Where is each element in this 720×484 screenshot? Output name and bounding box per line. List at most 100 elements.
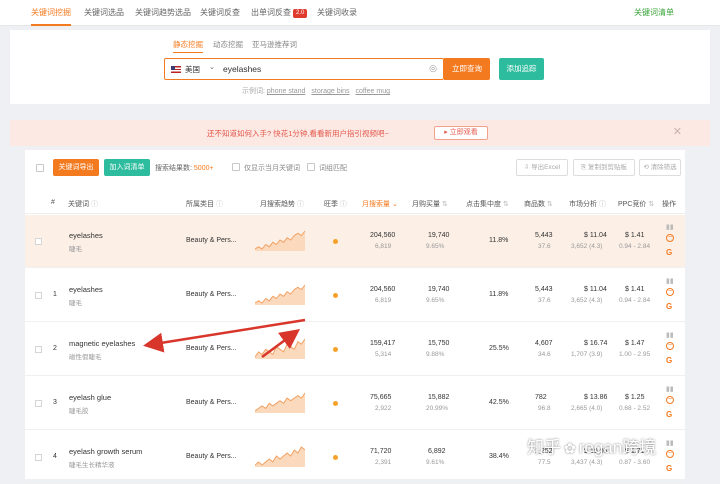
example-keyword[interactable]: coffee mug: [356, 88, 391, 95]
avg-price: $ 13.86: [584, 394, 608, 401]
review-rating: 2,665 (4.0): [571, 405, 603, 412]
remove-icon[interactable]: −: [666, 234, 674, 242]
table-row[interactable]: 1 eyelashes 睫毛 Beauty & Pers... 204,560 6,819…: [25, 269, 685, 322]
keyword-text[interactable]: eyelash growth serum: [69, 447, 142, 456]
keyword-text[interactable]: eyelash glue: [69, 393, 111, 402]
row-checkbox[interactable]: [35, 454, 42, 461]
trend-sparkline[interactable]: [255, 227, 305, 251]
col-trend-label: 月搜索趋势: [260, 201, 295, 208]
remove-icon[interactable]: −: [666, 342, 674, 350]
table-header: # 关键词 ⓘ 所属类目 ⓘ 月搜索趋势 ⓘ 旺季 ⓘ 月搜索量 ⌄ 月购买量 …: [25, 192, 685, 214]
trend-sparkline[interactable]: [255, 335, 305, 359]
avg-price: $ 16.74: [584, 340, 608, 347]
banner-text: 还不知道如何入手? 快花1分钟,看看新用户指引视频吧~: [207, 129, 389, 138]
trend-sparkline[interactable]: [255, 443, 305, 467]
remove-icon[interactable]: −: [666, 396, 674, 404]
table-row[interactable]: eyelashes 睫毛 Beauty & Pers... 204,560 6,819 1…: [25, 215, 685, 268]
bar-chart-icon[interactable]: ▮▮: [666, 439, 674, 447]
trend-area: [255, 447, 305, 467]
tab-keyword-mining[interactable]: 关键词挖掘: [31, 0, 71, 26]
col-product-count[interactable]: 商品数 ⇅: [524, 199, 553, 209]
add-track-button[interactable]: 添加追踪: [499, 58, 544, 80]
country-select[interactable]: 美国: [185, 64, 200, 75]
current-month-checkbox[interactable]: [232, 163, 240, 171]
col-trend[interactable]: 月搜索趋势 ⓘ: [260, 199, 304, 209]
tab-keyword-reverse[interactable]: 关键词反查: [200, 0, 240, 26]
copy-clipboard-button[interactable]: ⎘ 复制到剪贴板: [573, 159, 635, 176]
keyword-translation: 睫毛: [69, 300, 82, 307]
mode-dynamic[interactable]: 动态挖掘: [213, 39, 243, 50]
review-rating: 3,652 (4.3): [571, 243, 603, 250]
export-keywords-button[interactable]: 关键词导出: [53, 159, 99, 176]
watch-now-button[interactable]: ▸ 立即观看: [434, 126, 488, 140]
google-icon[interactable]: G: [666, 302, 672, 311]
peak-season-dot: [333, 455, 338, 460]
col-product-count-label: 商品数: [524, 201, 545, 208]
keyword-input[interactable]: [223, 62, 423, 76]
close-icon[interactable]: ✕: [673, 125, 682, 138]
col-num: #: [51, 199, 55, 206]
mode-static[interactable]: 静态挖掘: [173, 39, 203, 53]
version-badge: 2.0: [293, 9, 308, 18]
example-keyword[interactable]: phone stand: [267, 88, 306, 95]
col-ppc-bid[interactable]: PPC竞价 ⇅: [618, 199, 654, 209]
google-icon[interactable]: G: [666, 464, 672, 473]
keyword-list-link[interactable]: 关键词清单: [634, 0, 674, 26]
row-checkbox[interactable]: [35, 346, 42, 353]
row-checkbox[interactable]: [35, 400, 42, 407]
purchase-volume: 15,882: [428, 394, 450, 401]
keyword-text[interactable]: magnetic eyelashes: [69, 339, 135, 348]
google-icon[interactable]: G: [666, 410, 672, 419]
export-excel-button[interactable]: ⇩ 导出Excel: [516, 159, 568, 176]
watermark: 知乎 ✿ regan跨境: [527, 433, 656, 458]
chevron-down-icon[interactable]: ⌄: [209, 63, 215, 71]
us-flag-icon: [171, 66, 181, 73]
col-keyword[interactable]: 关键词 ⓘ: [68, 199, 98, 209]
tab-keyword-selection[interactable]: 关键词选品: [84, 0, 124, 26]
example-keyword[interactable]: storage bins: [311, 88, 349, 95]
exact-match-checkbox[interactable]: [307, 163, 315, 171]
remove-icon[interactable]: −: [666, 288, 674, 296]
click-concentration: 38.4%: [489, 453, 509, 460]
sort-icon: ⇅: [502, 201, 509, 208]
camera-icon[interactable]: ◎: [429, 63, 437, 74]
query-button[interactable]: 立即查询: [444, 58, 490, 80]
col-search-volume[interactable]: 月搜索量 ⌄: [362, 199, 398, 209]
mode-amazon-recommend[interactable]: 亚马逊推荐词: [252, 39, 297, 50]
remove-icon[interactable]: −: [666, 450, 674, 458]
keyword-translation: 睫毛胶: [69, 408, 89, 415]
keyword-text[interactable]: eyelashes: [69, 285, 103, 294]
bar-chart-icon[interactable]: ▮▮: [666, 331, 674, 339]
row-checkbox[interactable]: [35, 292, 42, 299]
product-ratio: 34.6: [538, 351, 551, 358]
row-checkbox[interactable]: [35, 238, 42, 245]
google-icon[interactable]: G: [666, 356, 672, 365]
google-icon[interactable]: G: [666, 248, 672, 257]
select-all-checkbox[interactable]: [36, 164, 44, 172]
col-market-analysis[interactable]: 市场分析 ⓘ: [569, 199, 606, 209]
ppc-range: 0.68 - 2.52: [619, 405, 651, 412]
tab-keyword-trend-selection[interactable]: 关键词趋势选品: [135, 0, 191, 26]
col-peak-season-label: 旺季: [324, 201, 338, 208]
col-category[interactable]: 所属类目 ⓘ: [186, 199, 223, 209]
keyword-text[interactable]: eyelashes: [69, 231, 103, 240]
row-number: 3: [53, 399, 57, 406]
col-purchase-volume[interactable]: 月购买量 ⇅: [412, 199, 448, 209]
peak-season-dot: [333, 293, 338, 298]
table-row[interactable]: 2 magnetic eyelashes 磁性假睫毛 Beauty & Pers...…: [25, 323, 685, 376]
ppc-bid: $ 1.41: [625, 232, 645, 239]
add-to-list-button[interactable]: 加入词清单: [104, 159, 150, 176]
bar-chart-icon[interactable]: ▮▮: [666, 385, 674, 393]
col-peak-season[interactable]: 旺季 ⓘ: [324, 199, 347, 209]
bar-chart-icon[interactable]: ▮▮: [666, 277, 674, 285]
trend-sparkline[interactable]: [255, 389, 305, 413]
trend-sparkline[interactable]: [255, 281, 305, 305]
bar-chart-icon[interactable]: ▮▮: [666, 223, 674, 231]
clear-filter-button[interactable]: ⟲ 清除筛选: [639, 159, 681, 176]
result-count-label: 搜索结果数:: [155, 165, 192, 172]
col-click-concentration[interactable]: 点击集中度 ⇅: [466, 199, 509, 209]
sort-icon: ⇅: [648, 201, 655, 208]
tab-keyword-indexing[interactable]: 关键词收录: [317, 0, 357, 26]
tab-order-keyword-reverse[interactable]: 出单词反查 2.0: [251, 0, 308, 26]
table-row[interactable]: 3 eyelash glue 睫毛胶 Beauty & Pers... 75,665 2,…: [25, 377, 685, 430]
